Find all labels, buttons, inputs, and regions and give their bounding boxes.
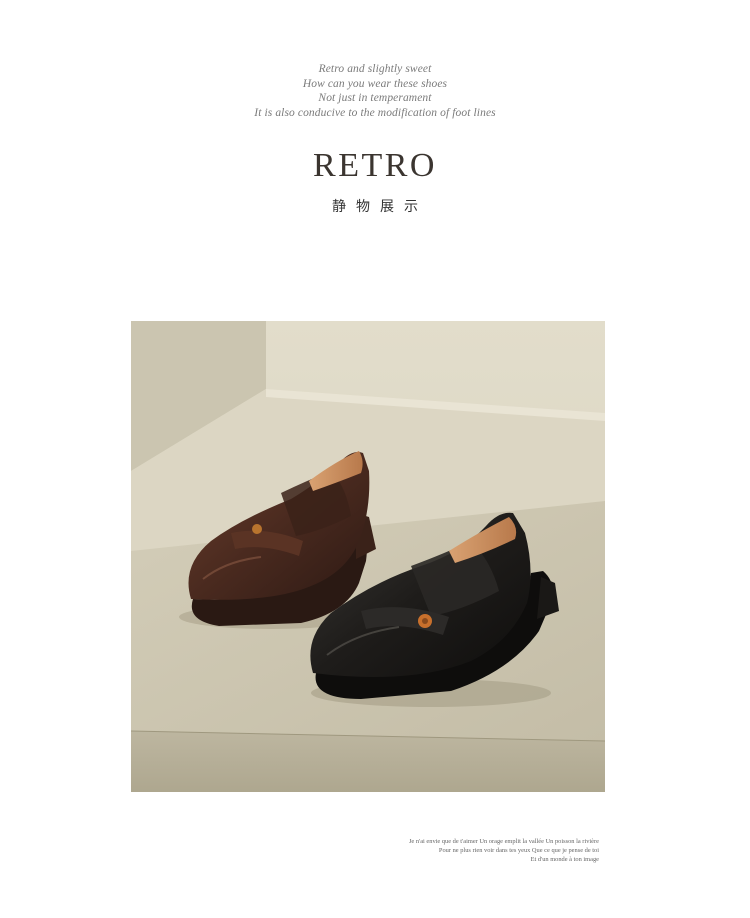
caption-line: Je n'ai envie que de t'aimer Un orage em… [408,838,599,845]
page-title: RETRO [313,147,437,184]
intro-line: Retro and slightly sweet [318,63,432,75]
intro-text: Retro and slightly sweet How can you wea… [0,62,750,120]
page-subtitle: 静物展示 [332,199,428,215]
caption-line: Et d'un monde à ton image [530,855,599,863]
caption-text: Je n'ai envie que de t'aimer Un orage em… [239,838,599,864]
caption-line: Pour ne plus rien voir dans tes yeux Que… [438,846,599,854]
intro-line: How can you wear these shoes [302,77,448,90]
intro-line: It is also conducive to the modification… [254,106,496,119]
product-photo-illustration [131,321,605,792]
intro-line: Not just in temperament [318,92,432,104]
product-photo [131,321,605,792]
